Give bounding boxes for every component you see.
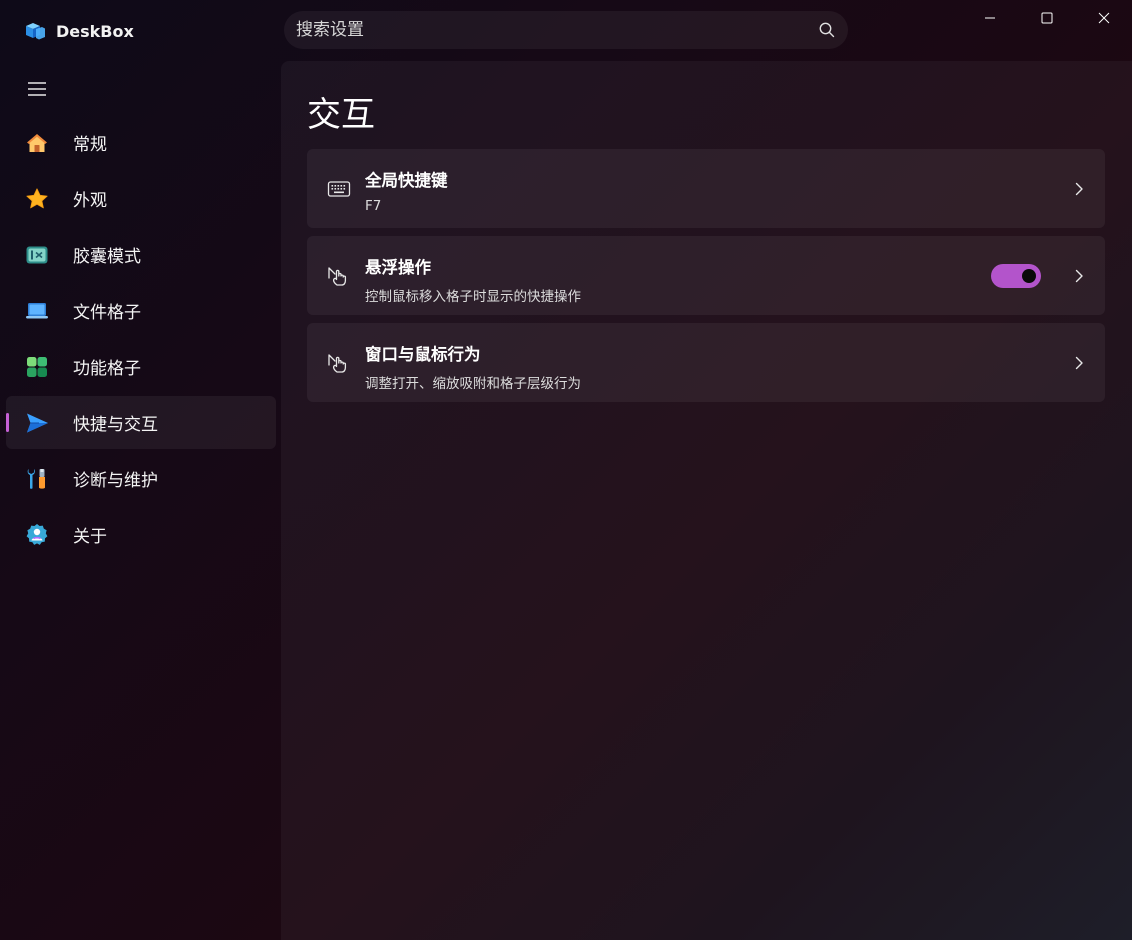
toggle-knob bbox=[1022, 269, 1036, 283]
card-subtitle: 控制鼠标移入格子时显示的快捷操作 bbox=[365, 289, 581, 305]
close-button[interactable] bbox=[1075, 0, 1132, 36]
sidebar-item-general[interactable]: 常规 bbox=[6, 116, 276, 169]
card-text: 窗口与鼠标行为 调整打开、缩放吸附和格子层级行为 bbox=[365, 341, 581, 392]
hover-actions-toggle[interactable] bbox=[991, 264, 1041, 288]
search-input[interactable] bbox=[296, 20, 818, 40]
card-title: 悬浮操作 bbox=[365, 258, 431, 277]
main-panel: 交互 全局快捷键 F7 悬浮操作 控制鼠标移入格子时显示的快捷操作 窗口与鼠标行… bbox=[281, 61, 1132, 940]
sidebar-item-capsule-mode[interactable]: 胶囊模式 bbox=[6, 228, 276, 281]
sidebar-item-diagnostics[interactable]: 诊断与维护 bbox=[6, 452, 276, 505]
sidebar-nav: 常规 外观 胶囊模式 文件格子 功能格子 快捷与交互 诊断与维护 关于 bbox=[6, 116, 276, 564]
global-hotkey-card[interactable]: 全局快捷键 F7 bbox=[307, 149, 1105, 228]
maximize-icon bbox=[1041, 12, 1052, 24]
minimize-button[interactable] bbox=[961, 0, 1018, 36]
home-icon bbox=[24, 130, 50, 156]
chevron-right-icon bbox=[1075, 356, 1083, 369]
sidebar-item-label: 胶囊模式 bbox=[73, 247, 141, 267]
about-icon bbox=[24, 522, 50, 548]
window-controls bbox=[961, 0, 1132, 36]
nav-menu-button[interactable] bbox=[18, 74, 56, 104]
laptop-icon bbox=[24, 298, 50, 324]
hamburger-icon bbox=[28, 82, 46, 96]
sidebar-item-label: 常规 bbox=[73, 135, 107, 155]
tools-icon bbox=[24, 466, 50, 492]
window-mouse-behavior-card[interactable]: 窗口与鼠标行为 调整打开、缩放吸附和格子层级行为 bbox=[307, 323, 1105, 402]
app-brand: DeskBox bbox=[24, 19, 134, 43]
card-title: 全局快捷键 bbox=[365, 171, 448, 190]
sidebar-item-label: 快捷与交互 bbox=[73, 415, 158, 435]
send-icon bbox=[24, 410, 50, 436]
blocks-icon bbox=[24, 354, 50, 380]
keyboard-icon bbox=[327, 180, 351, 197]
hover-actions-card[interactable]: 悬浮操作 控制鼠标移入格子时显示的快捷操作 bbox=[307, 236, 1105, 315]
capsule-icon bbox=[24, 242, 50, 268]
sidebar-item-label: 关于 bbox=[73, 527, 107, 547]
hover-hand-icon bbox=[328, 266, 347, 286]
chevron-right-icon bbox=[1075, 269, 1083, 282]
sidebar-item-file-grid[interactable]: 文件格子 bbox=[6, 284, 276, 337]
sidebar-item-label: 外观 bbox=[73, 191, 107, 211]
card-text: 悬浮操作 控制鼠标移入格子时显示的快捷操作 bbox=[365, 254, 581, 305]
sidebar-item-label: 功能格子 bbox=[73, 359, 141, 379]
sidebar-item-function-grid[interactable]: 功能格子 bbox=[6, 340, 276, 393]
chevron-right-icon bbox=[1075, 182, 1083, 195]
card-subtitle: F7 bbox=[365, 198, 382, 214]
sidebar-item-about[interactable]: 关于 bbox=[6, 508, 276, 561]
page-title: 交互 bbox=[307, 95, 375, 135]
close-icon bbox=[1098, 12, 1109, 24]
star-icon bbox=[24, 186, 50, 212]
sidebar-item-label: 诊断与维护 bbox=[73, 471, 158, 491]
search-icon[interactable] bbox=[818, 21, 836, 39]
selection-indicator bbox=[6, 413, 9, 432]
app-title: DeskBox bbox=[56, 21, 134, 41]
deskbox-logo-icon bbox=[26, 23, 45, 40]
hover-hand-icon bbox=[328, 353, 347, 373]
maximize-button[interactable] bbox=[1018, 0, 1075, 36]
search-box[interactable] bbox=[284, 11, 848, 49]
minimize-icon bbox=[984, 17, 995, 19]
sidebar-item-appearance[interactable]: 外观 bbox=[6, 172, 276, 225]
sidebar-item-label: 文件格子 bbox=[73, 303, 141, 323]
sidebar-item-shortcuts-interaction[interactable]: 快捷与交互 bbox=[6, 396, 276, 449]
card-text: 全局快捷键 F7 bbox=[365, 167, 448, 214]
card-title: 窗口与鼠标行为 bbox=[365, 345, 481, 364]
card-subtitle: 调整打开、缩放吸附和格子层级行为 bbox=[365, 376, 581, 392]
